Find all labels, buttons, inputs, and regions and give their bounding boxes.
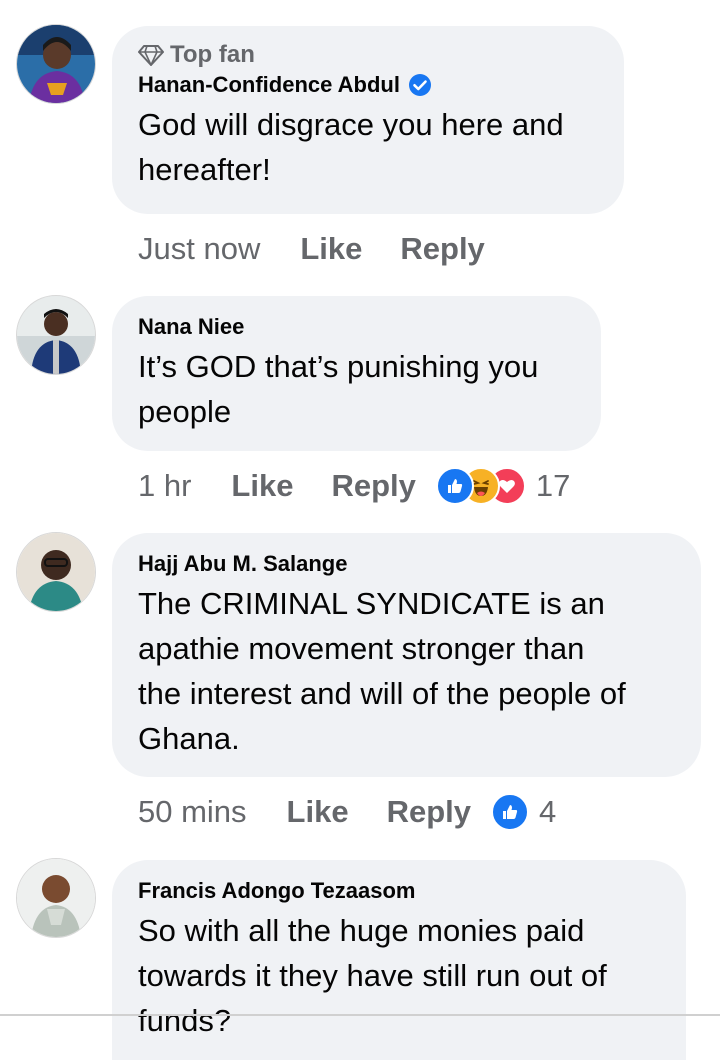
like-icon	[491, 793, 529, 831]
comment-timestamp[interactable]: 1 hr	[138, 468, 191, 504]
comment-actions: Just now Like Reply	[138, 229, 523, 269]
comment-line: hereafter!	[138, 152, 271, 187]
comment-line: Ghana.	[138, 721, 240, 756]
reactions-summary[interactable]	[491, 793, 529, 831]
reply-button[interactable]: Reply	[331, 468, 415, 504]
avatar[interactable]	[16, 295, 96, 375]
comment-text: So with all the huge monies paid towards…	[138, 908, 660, 1043]
bottom-divider	[0, 1014, 720, 1016]
verified-badge-icon	[408, 74, 431, 96]
comment-line: people	[138, 394, 232, 429]
author-name[interactable]: Francis Adongo Tezaasom	[138, 878, 416, 904]
comment-text: It’s GOD that’s punishing you people	[138, 344, 575, 434]
comment-line: So with all the huge monies paid	[138, 913, 585, 948]
comment-line: the interest and will of the people of	[138, 676, 626, 711]
comment-bubble[interactable]: Hajj Abu M. Salange The CRIMINAL SYNDICA…	[112, 533, 701, 777]
comment-author[interactable]: Francis Adongo Tezaasom	[138, 876, 660, 906]
reaction-count[interactable]: 17	[536, 468, 570, 504]
reply-button[interactable]: Reply	[387, 794, 471, 830]
top-fan-badge: Top fan	[138, 40, 598, 70]
like-button[interactable]: Like	[287, 794, 349, 830]
author-name[interactable]: Nana Niee	[138, 314, 244, 340]
avatar-photo-icon	[17, 25, 95, 103]
reaction-count[interactable]: 4	[539, 794, 556, 830]
comment-line: funds?	[138, 1003, 232, 1038]
comment-text: The CRIMINAL SYNDICATE is an apathie mov…	[138, 581, 675, 761]
avatar-photo-icon	[17, 859, 95, 937]
avatar[interactable]	[16, 858, 96, 938]
like-button[interactable]: Like	[300, 231, 362, 267]
diamond-icon	[138, 45, 164, 66]
comment-line: God will disgrace you here and	[138, 107, 564, 142]
reactions-summary[interactable]	[435, 467, 526, 505]
top-fan-label: Top fan	[170, 41, 255, 68]
avatar-photo-icon	[17, 296, 95, 374]
comment-bubble[interactable]: Top fan Hanan-Confidence Abdul God will …	[112, 26, 624, 214]
comment-line: apathie movement stronger than	[138, 631, 585, 666]
comment-line: towards it they have still run out of	[138, 958, 607, 993]
author-name[interactable]: Hanan-Confidence Abdul	[138, 72, 400, 98]
like-button[interactable]: Like	[231, 468, 293, 504]
comment-line: The CRIMINAL SYNDICATE is an	[138, 586, 605, 621]
comment-actions: 1 hr Like Reply 17	[138, 466, 570, 506]
comment-timestamp[interactable]: 50 mins	[138, 794, 247, 830]
comment-bubble[interactable]: Francis Adongo Tezaasom So with all the …	[112, 860, 686, 1060]
comment-author[interactable]: Nana Niee	[138, 312, 575, 342]
author-name[interactable]: Hajj Abu M. Salange	[138, 551, 347, 577]
avatar[interactable]	[16, 532, 96, 612]
reply-button[interactable]: Reply	[400, 231, 484, 267]
comment-text: God will disgrace you here and hereafter…	[138, 102, 598, 192]
comment-author[interactable]: Hajj Abu M. Salange	[138, 549, 675, 579]
like-icon	[435, 467, 474, 505]
comment-timestamp[interactable]: Just now	[138, 231, 260, 267]
avatar-photo-icon	[17, 533, 95, 611]
comment-bubble[interactable]: Nana Niee It’s GOD that’s punishing you …	[112, 296, 601, 451]
comment-line: It’s GOD that’s punishing you	[138, 349, 539, 384]
avatar[interactable]	[16, 24, 96, 104]
comment-author[interactable]: Hanan-Confidence Abdul	[138, 70, 598, 100]
comment-actions: 50 mins Like Reply 4	[138, 792, 556, 832]
